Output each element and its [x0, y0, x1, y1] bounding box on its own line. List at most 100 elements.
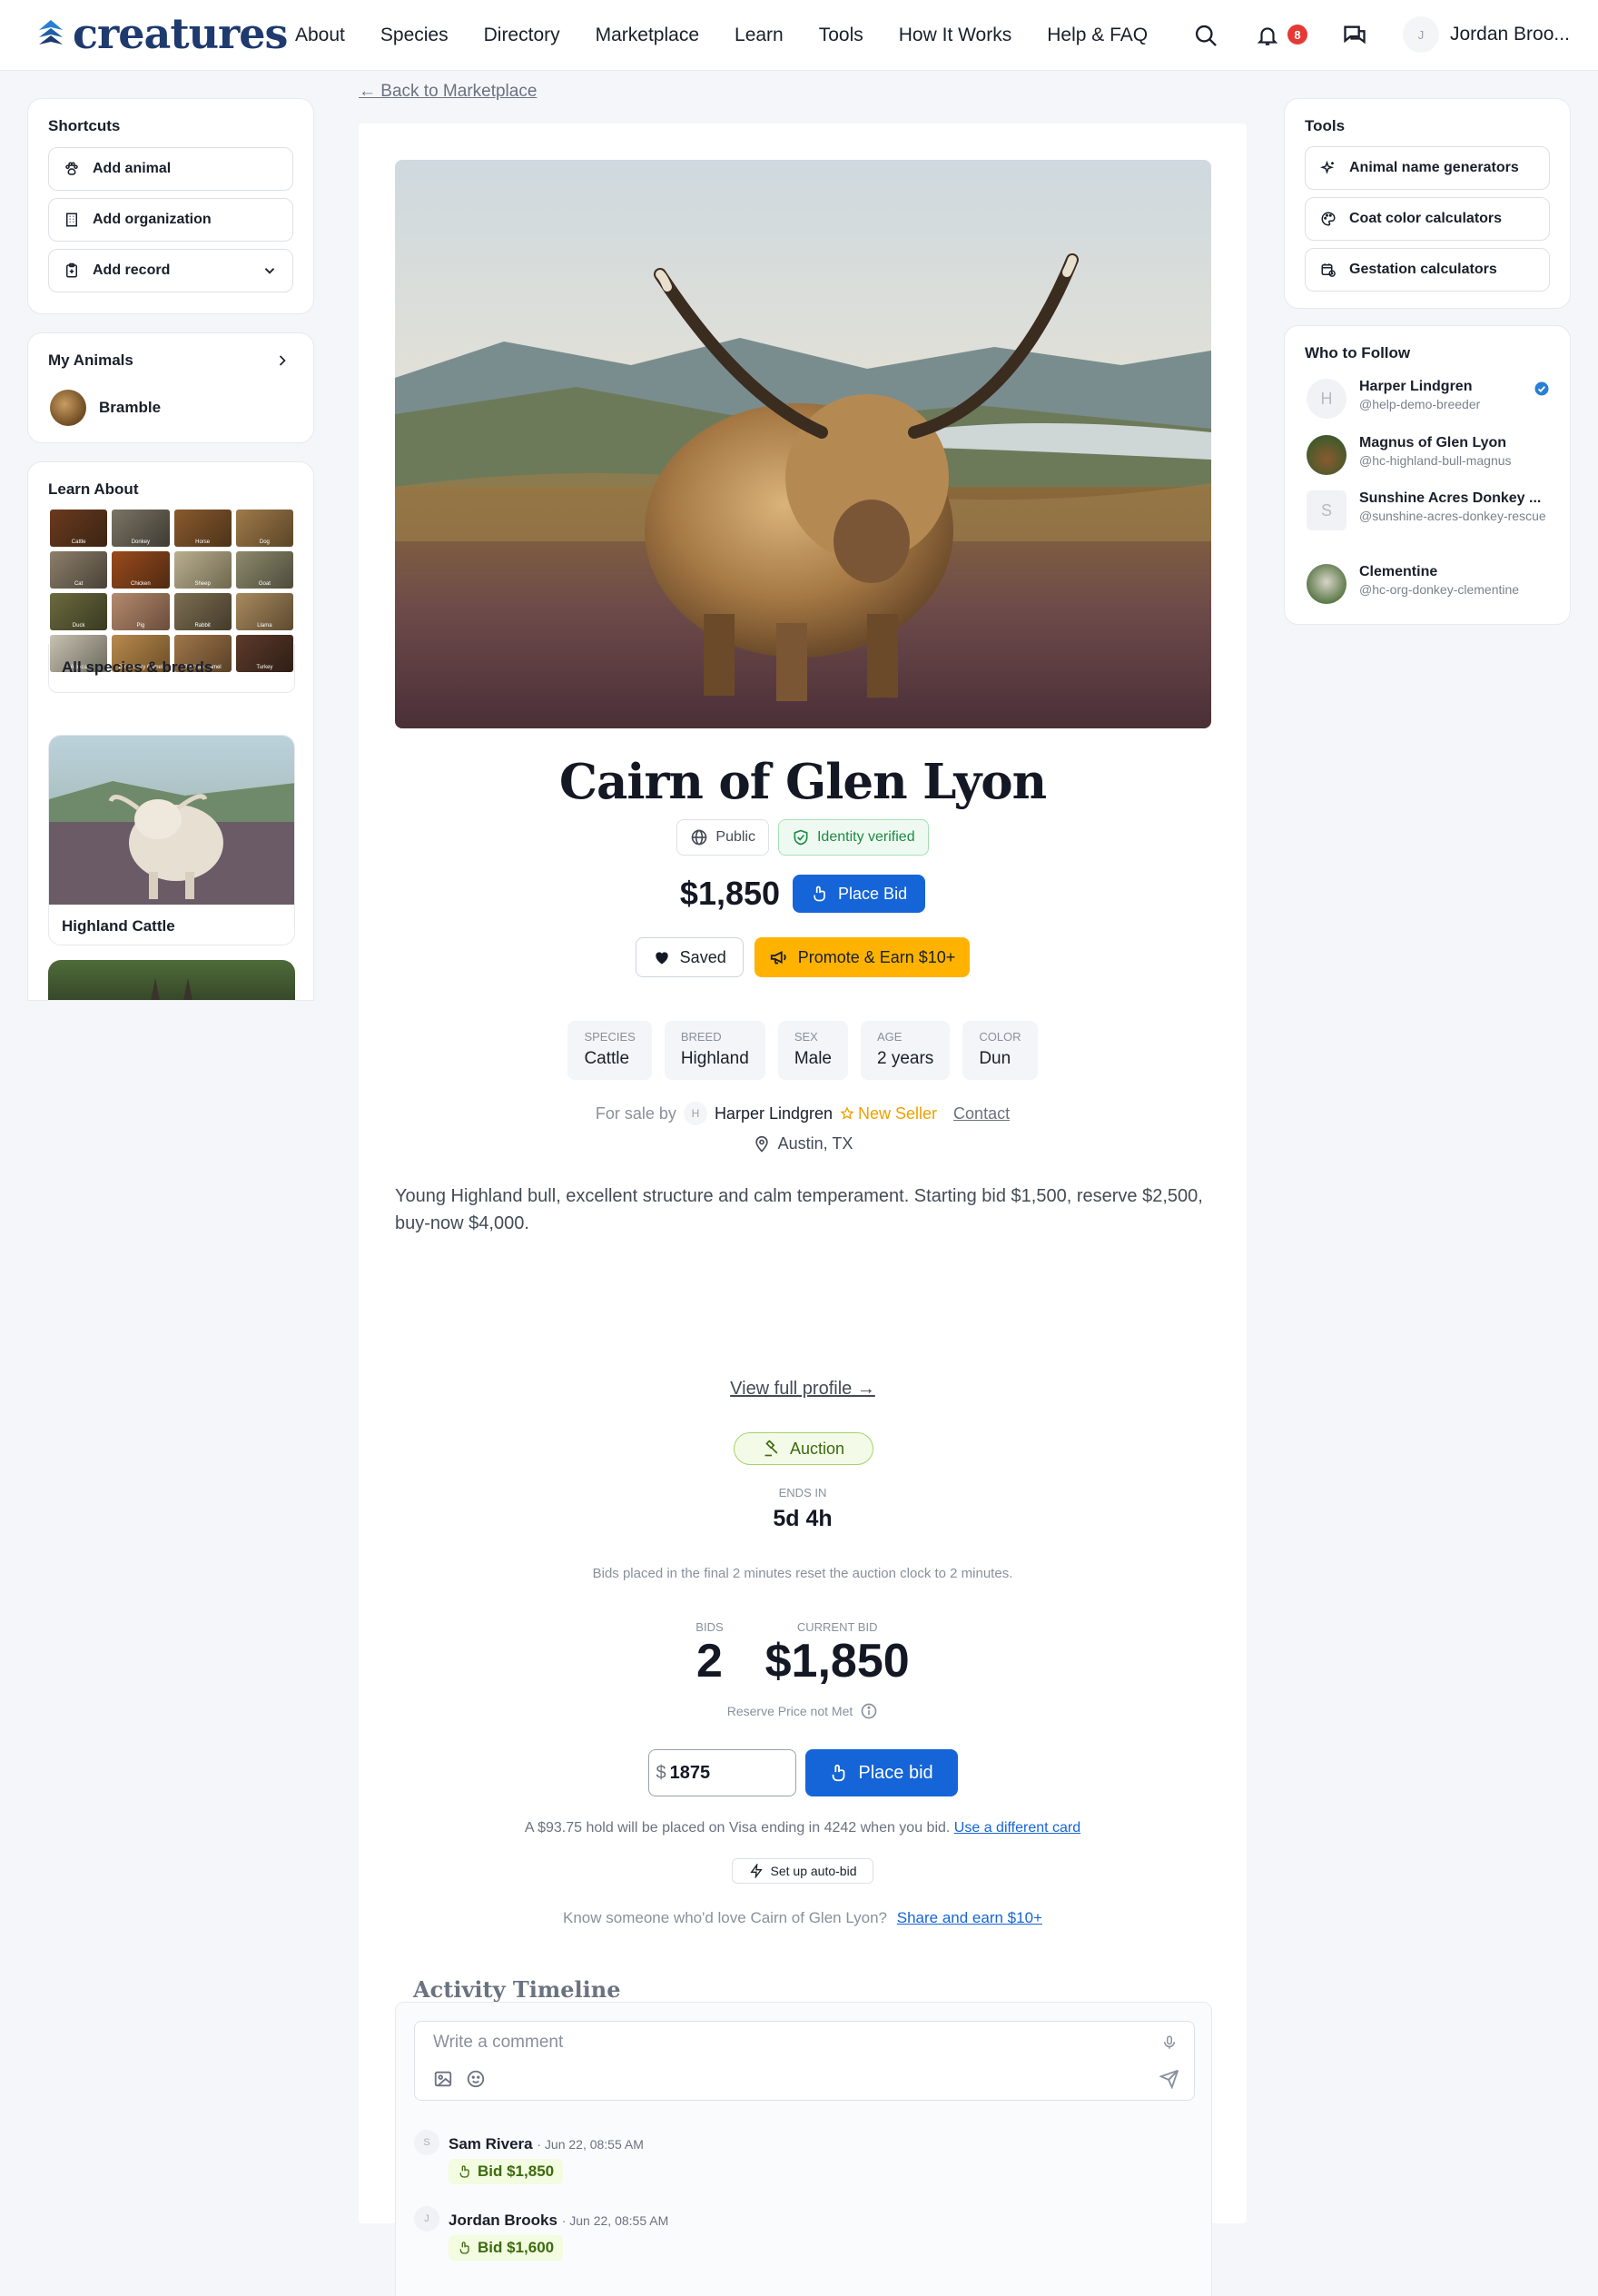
- contact-seller-link[interactable]: Contact: [953, 1104, 1010, 1123]
- place-bid-label: Place Bid: [838, 884, 908, 903]
- add-record-button[interactable]: Add record: [48, 249, 293, 292]
- gestation-calculator-button[interactable]: Gestation calculators: [1305, 248, 1550, 292]
- emoji-icon[interactable]: [466, 2069, 486, 2089]
- all-species-link[interactable]: All species & breeds: [48, 644, 295, 693]
- promote-button[interactable]: Promote & Earn $10+: [754, 937, 971, 977]
- image-icon[interactable]: [433, 2069, 453, 2089]
- attribute-label: Color: [979, 1030, 1021, 1044]
- comment-input[interactable]: Write a comment: [414, 2021, 1195, 2101]
- follow-suggestion[interactable]: Magnus of Glen Lyon @hc-highland-bull-ma…: [1307, 435, 1512, 475]
- logo-mark-icon: [35, 17, 67, 50]
- timeline-time: · Jun 22, 08:55 AM: [561, 2213, 669, 2228]
- add-organization-button[interactable]: Add organization: [48, 198, 293, 242]
- seller-name[interactable]: Harper Lindgren: [715, 1104, 833, 1123]
- follow-handle: @help-demo-breeder: [1359, 397, 1481, 411]
- attribute-value: 2 years: [877, 1049, 934, 1068]
- species-tile[interactable]: Chicken: [112, 551, 170, 589]
- my-animals-card: My Animals Bramble: [27, 332, 314, 443]
- donkey-thumbnail[interactable]: [48, 960, 295, 1000]
- notification-bell-icon[interactable]: [1250, 18, 1285, 53]
- back-to-marketplace-link[interactable]: ← Back to Marketplace: [359, 82, 537, 102]
- species-tile[interactable]: Duck: [50, 593, 108, 630]
- user-menu[interactable]: J Jordan Broo...: [1403, 16, 1570, 53]
- timeline-user-name[interactable]: Jordan Brooks: [449, 2212, 557, 2229]
- attribute-breed: Breed Highland: [664, 1021, 765, 1080]
- brand-logo[interactable]: creatures: [35, 11, 288, 56]
- species-tile[interactable]: Pig: [112, 593, 170, 630]
- species-tile[interactable]: Goat: [235, 551, 293, 589]
- anti-sniping-note: Bids placed in the final 2 minutes reset…: [592, 1566, 1013, 1581]
- featured-breed-card[interactable]: Highland Cattle: [48, 735, 295, 945]
- bid-form: $ 1875 Place bid: [359, 1749, 1247, 1796]
- timeline-user-name[interactable]: Sam Rivera: [449, 2135, 533, 2152]
- bid-amount-value: 1875: [669, 1762, 711, 1783]
- all-species-label: All species & breeds: [62, 658, 213, 676]
- view-full-profile-link[interactable]: View full profile →: [359, 1379, 1247, 1400]
- name-generator-button[interactable]: Animal name generators: [1305, 146, 1550, 190]
- add-record-label: Add record: [93, 262, 171, 278]
- use-different-card-link[interactable]: Use a different card: [954, 1820, 1080, 1836]
- share-and-earn-link[interactable]: Share and earn $10+: [897, 1909, 1042, 1926]
- species-tile-label: Dog: [259, 539, 270, 545]
- nav-tools[interactable]: Tools: [819, 20, 863, 51]
- my-animal-item[interactable]: Bramble: [50, 390, 161, 426]
- learn-about-card: Learn About Cattle Donkey Horse Dog Cat …: [27, 461, 314, 1001]
- nav-marketplace[interactable]: Marketplace: [596, 20, 699, 51]
- follow-avatar: S: [1307, 490, 1346, 530]
- add-animal-button[interactable]: Add animal: [48, 147, 293, 191]
- attribute-color: Color Dun: [962, 1021, 1038, 1080]
- tools-title: Tools: [1305, 117, 1346, 134]
- chevron-right-icon[interactable]: [273, 351, 291, 370]
- nav-species[interactable]: Species: [380, 20, 449, 51]
- species-tile[interactable]: Sheep: [173, 551, 232, 589]
- bid-amount-input[interactable]: $ 1875: [647, 1749, 796, 1796]
- species-tile[interactable]: Llama: [235, 593, 293, 630]
- species-tile[interactable]: Cattle: [50, 510, 108, 547]
- nav-about[interactable]: About: [295, 20, 345, 51]
- comment-placeholder: Write a comment: [433, 2033, 564, 2052]
- nav-learn[interactable]: Learn: [735, 20, 784, 51]
- gavel-icon: [763, 1440, 781, 1458]
- follow-handle: @hc-org-donkey-clementine: [1359, 582, 1520, 597]
- listing-hero-image[interactable]: [395, 160, 1211, 728]
- species-tile[interactable]: Donkey: [112, 510, 170, 547]
- species-tile[interactable]: Horse: [173, 510, 232, 547]
- auto-bid-button[interactable]: Set up auto-bid: [732, 1858, 873, 1884]
- chevron-down-icon[interactable]: [261, 262, 278, 279]
- send-icon[interactable]: [1159, 2069, 1179, 2089]
- nav-help-faq[interactable]: Help & FAQ: [1047, 20, 1148, 51]
- timeline-avatar: J: [414, 2206, 439, 2232]
- listing-description: Young Highland bull, excellent structure…: [395, 1186, 1203, 1233]
- species-tile[interactable]: Dog: [235, 510, 293, 547]
- timeline-entry: J Jordan Brooks · Jun 22, 08:55 AM Bid $…: [414, 2206, 777, 2264]
- new-seller-label: New Seller: [858, 1103, 938, 1123]
- follow-suggestion[interactable]: Clementine @hc-org-donkey-clementine: [1307, 564, 1519, 604]
- search-icon[interactable]: [1189, 18, 1223, 53]
- timeline-bid-label: Bid $1,850: [478, 2162, 555, 2180]
- nav-directory[interactable]: Directory: [484, 20, 560, 51]
- highland-cattle-thumbnail: [49, 736, 294, 905]
- nav-how-it-works[interactable]: How It Works: [899, 20, 1011, 51]
- attribute-label: Age: [877, 1030, 903, 1044]
- place-bid-button[interactable]: Place bid: [804, 1749, 958, 1796]
- species-tile[interactable]: Rabbit: [173, 593, 232, 630]
- species-tile[interactable]: Cat: [50, 551, 108, 589]
- follow-suggestion[interactable]: S Sunshine Acres Donkey ... @sunshine-ac…: [1307, 490, 1550, 530]
- species-tile-label: Rabbit: [194, 623, 211, 628]
- attribute-label: Species: [584, 1030, 636, 1044]
- microphone-icon[interactable]: [1161, 2034, 1178, 2051]
- my-animals-title: My Animals: [48, 351, 133, 369]
- follow-suggestion[interactable]: H Harper Lindgren @help-demo-breeder: [1307, 379, 1480, 419]
- bids-value: 2: [696, 1635, 723, 1687]
- who-to-follow-title: Who to Follow: [1305, 344, 1411, 361]
- messages-icon[interactable]: [1337, 18, 1372, 53]
- place-bid-button-top[interactable]: Place Bid: [793, 875, 926, 913]
- info-icon[interactable]: [860, 1702, 878, 1720]
- timeline-bid-label: Bid $1,600: [478, 2239, 555, 2256]
- highland-bull-photo: [395, 160, 1211, 728]
- coat-color-calculator-button[interactable]: Coat color calculators: [1305, 197, 1550, 241]
- species-tile-label: Goat: [258, 581, 271, 587]
- saved-button[interactable]: Saved: [635, 937, 744, 977]
- gavel-hand-icon: [829, 1763, 849, 1783]
- auction-label: Auction: [789, 1439, 845, 1458]
